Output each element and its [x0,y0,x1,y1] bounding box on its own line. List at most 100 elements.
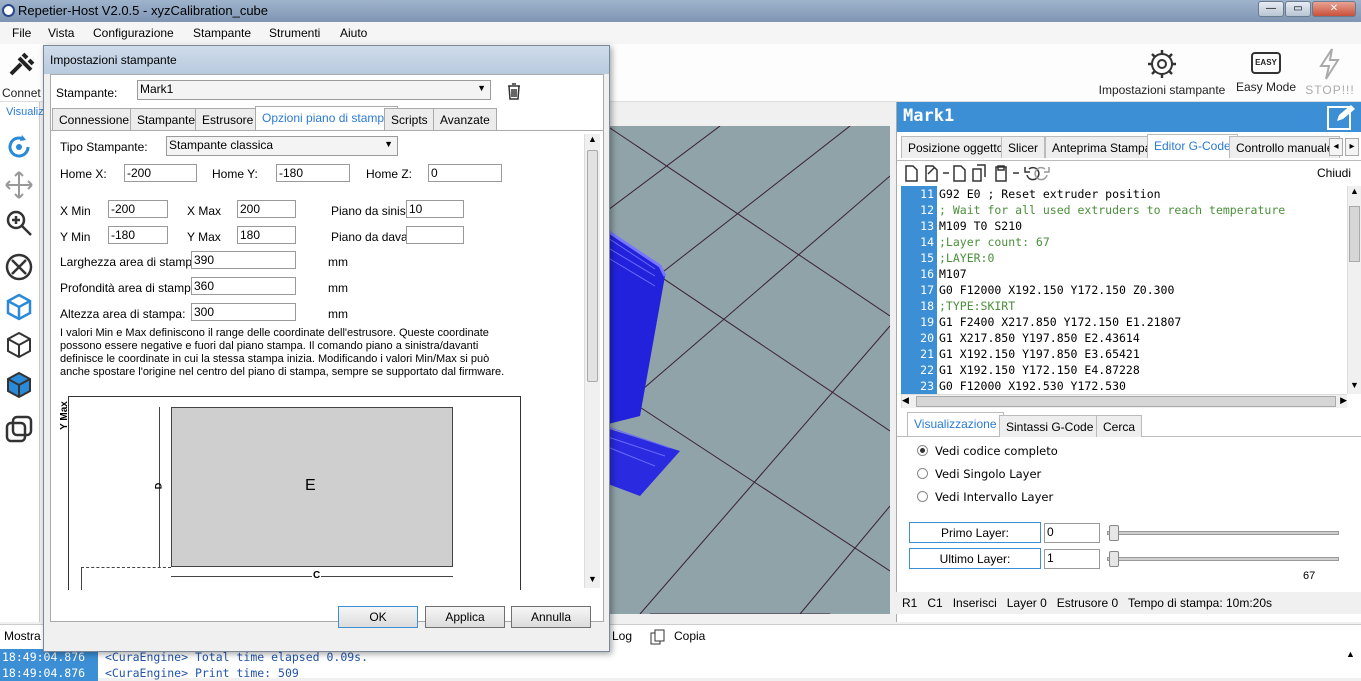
last-layer-input[interactable]: 1 [1044,549,1100,569]
easy-icon: EASY [1251,52,1281,74]
log-line: 18:49:04.876 <CuraEngine> Print time: 50… [0,665,299,681]
close-window-button[interactable]: ✕ [1312,1,1356,17]
first-layer-input[interactable]: 0 [1044,523,1100,543]
console-scroll-up[interactable]: ▲ [1346,649,1355,659]
bed-front-input[interactable] [406,226,464,244]
code-line[interactable]: 18 ;TYPE:SKIRT [901,298,1347,314]
x-max-input[interactable]: 200 [237,200,296,218]
tab-estrusore[interactable]: Estrusore [195,108,261,130]
dialog-vscrollbar[interactable]: ▲ ▼ [584,134,600,588]
3d-viewport[interactable] [600,126,890,614]
menu-stampante[interactable]: Stampante [193,26,251,40]
bed-depth-label: Profondità area di stampa: [60,281,201,295]
home-x-label: Home X: [60,167,107,181]
code-line[interactable]: 16 M107 [901,266,1347,282]
multi-object-icon[interactable] [4,414,34,444]
visualization-tab[interactable]: Visualiz [6,106,44,118]
y-max-input[interactable]: 180 [237,226,296,244]
last-layer-slider[interactable] [1107,557,1339,561]
origin-dashed-line [81,567,171,568]
tab-avanzate[interactable]: Avanzate [433,108,497,130]
code-line[interactable]: 23 G0 F12000 X192.530 Y172.530 [901,378,1347,394]
tab-scripts[interactable]: Scripts [384,108,435,130]
menu-file[interactable]: File [12,26,31,40]
maximize-button[interactable]: ▭ [1285,1,1311,17]
cube-view-icon[interactable] [4,292,34,322]
bed-depth-input[interactable]: 360 [191,277,296,295]
connect-button[interactable]: Connet [2,50,42,100]
code-line[interactable]: 17 G0 F12000 X192.150 Y172.150 Z0.300 [901,282,1347,298]
printer-settings-dialog: Impostazioni stampante Stampante: Mark1 … [43,45,610,652]
rotate-icon[interactable] [4,132,34,162]
code-line[interactable]: 11 G92 E0 ; Reset extruder position [901,186,1347,202]
code-hscrollbar[interactable]: ◀ ▶ [901,394,1347,408]
code-line[interactable]: 21 G1 X192.150 Y197.850 E3.65421 [901,346,1347,362]
tab-cerca[interactable]: Cerca [1096,415,1143,437]
code-line[interactable]: 22 G1 X192.150 Y172.150 E4.87228 [901,362,1347,378]
tab-anteprima-stampa[interactable]: Anteprima Stampa [1045,136,1159,158]
edit-icon[interactable] [1327,104,1355,130]
y-max-label: Y Max [187,230,221,244]
code-line[interactable]: 12; Wait for all used extruders to reach… [901,202,1347,218]
left-toolbar: Visualiz [0,102,44,622]
bed-diagram: E D C [68,396,521,590]
home-z-input[interactable]: 0 [428,164,502,182]
tab-controllo-manuale[interactable]: Controllo manuale [1229,136,1341,158]
menu-aiuto[interactable]: Aiuto [340,26,367,40]
app-icon [2,4,15,17]
printer-type-select[interactable]: Stampante classica ▼ [166,136,398,156]
tabs-scroll-right[interactable]: ▸ [1345,138,1359,156]
tab-posizione-oggetto[interactable]: Posizione oggetto [901,136,1011,158]
code-line[interactable]: 19 G1 F2400 X217.850 Y172.150 E1.21807 [901,314,1347,330]
trash-icon[interactable] [506,82,522,100]
menu-strumenti[interactable]: Strumenti [269,26,320,40]
home-x-input[interactable]: -200 [124,164,197,182]
fit-view-icon[interactable] [4,252,34,282]
menu-vista[interactable]: Vista [48,26,74,40]
home-y-input[interactable]: -180 [276,164,350,182]
printer-settings-button[interactable]: Impostazioni stampante [1096,48,1228,100]
printer-select[interactable]: Mark1 ▼ [137,80,491,100]
code-vscrollbar[interactable]: ▲ ▼ [1347,186,1361,394]
bed-left-input[interactable]: 10 [406,200,464,218]
code-line[interactable]: 15 ;LAYER:0 [901,250,1347,266]
easy-mode-button[interactable]: EASY Easy Mode [1234,48,1298,100]
radio-full-code[interactable] [917,445,928,456]
apply-button[interactable]: Applica [425,606,505,628]
code-line[interactable]: 20 G1 X217.850 Y197.850 E2.43614 [901,330,1347,346]
tabs-scroll-left[interactable]: ◂ [1329,138,1343,156]
copy-button[interactable]: Copia [674,629,705,643]
tab-slicer[interactable]: Slicer [1001,136,1046,158]
tab-editor-gcode[interactable]: Editor G-Code [1147,134,1238,158]
tab-visualizzazione[interactable]: Visualizzazione [907,412,1004,436]
gcode-editor[interactable]: 11 G92 E0 ; Reset extruder position 12; Wa… [901,186,1347,394]
ok-button[interactable]: OK [338,606,418,628]
copy-icon[interactable] [650,629,666,645]
log-button[interactable]: Log [612,629,632,643]
cube-solid-icon[interactable] [4,370,34,400]
tab-stampante[interactable]: Stampante [130,108,203,130]
first-layer-thumb[interactable] [1109,525,1119,541]
stop-button[interactable]: STOP!!! [1302,48,1358,100]
tab-connessione[interactable]: Connessione [52,108,137,130]
close-editor-button[interactable]: Chiudi [1317,166,1351,180]
code-line[interactable]: 13 M109 T0 S210 [901,218,1347,234]
x-min-input[interactable]: -200 [108,200,168,218]
tab-sintassi-gcode[interactable]: Sintassi G-Code [999,415,1101,437]
zoom-icon[interactable] [4,208,34,238]
first-layer-slider[interactable] [1107,531,1339,535]
move-icon[interactable] [4,170,34,200]
radio-layer-range[interactable] [917,491,928,502]
bed-height-input[interactable]: 300 [191,303,296,321]
minimize-button[interactable]: — [1258,1,1284,17]
code-line[interactable]: 14 ;Layer count: 67 [901,234,1347,250]
cancel-button[interactable]: Annulla [511,606,591,628]
menu-configurazione[interactable]: Configurazione [93,26,174,40]
radio-single-layer[interactable] [917,468,928,479]
cube-outline-icon[interactable] [4,330,34,360]
last-layer-thumb[interactable] [1109,551,1119,567]
y-min-input[interactable]: -180 [108,226,168,244]
window-title: Repetier-Host V2.0.5 - xyzCalibration_cu… [18,3,269,18]
bed-width-input[interactable]: 390 [191,251,296,269]
tab-opzioni-piano[interactable]: Opzioni piano di stampa [255,106,398,131]
